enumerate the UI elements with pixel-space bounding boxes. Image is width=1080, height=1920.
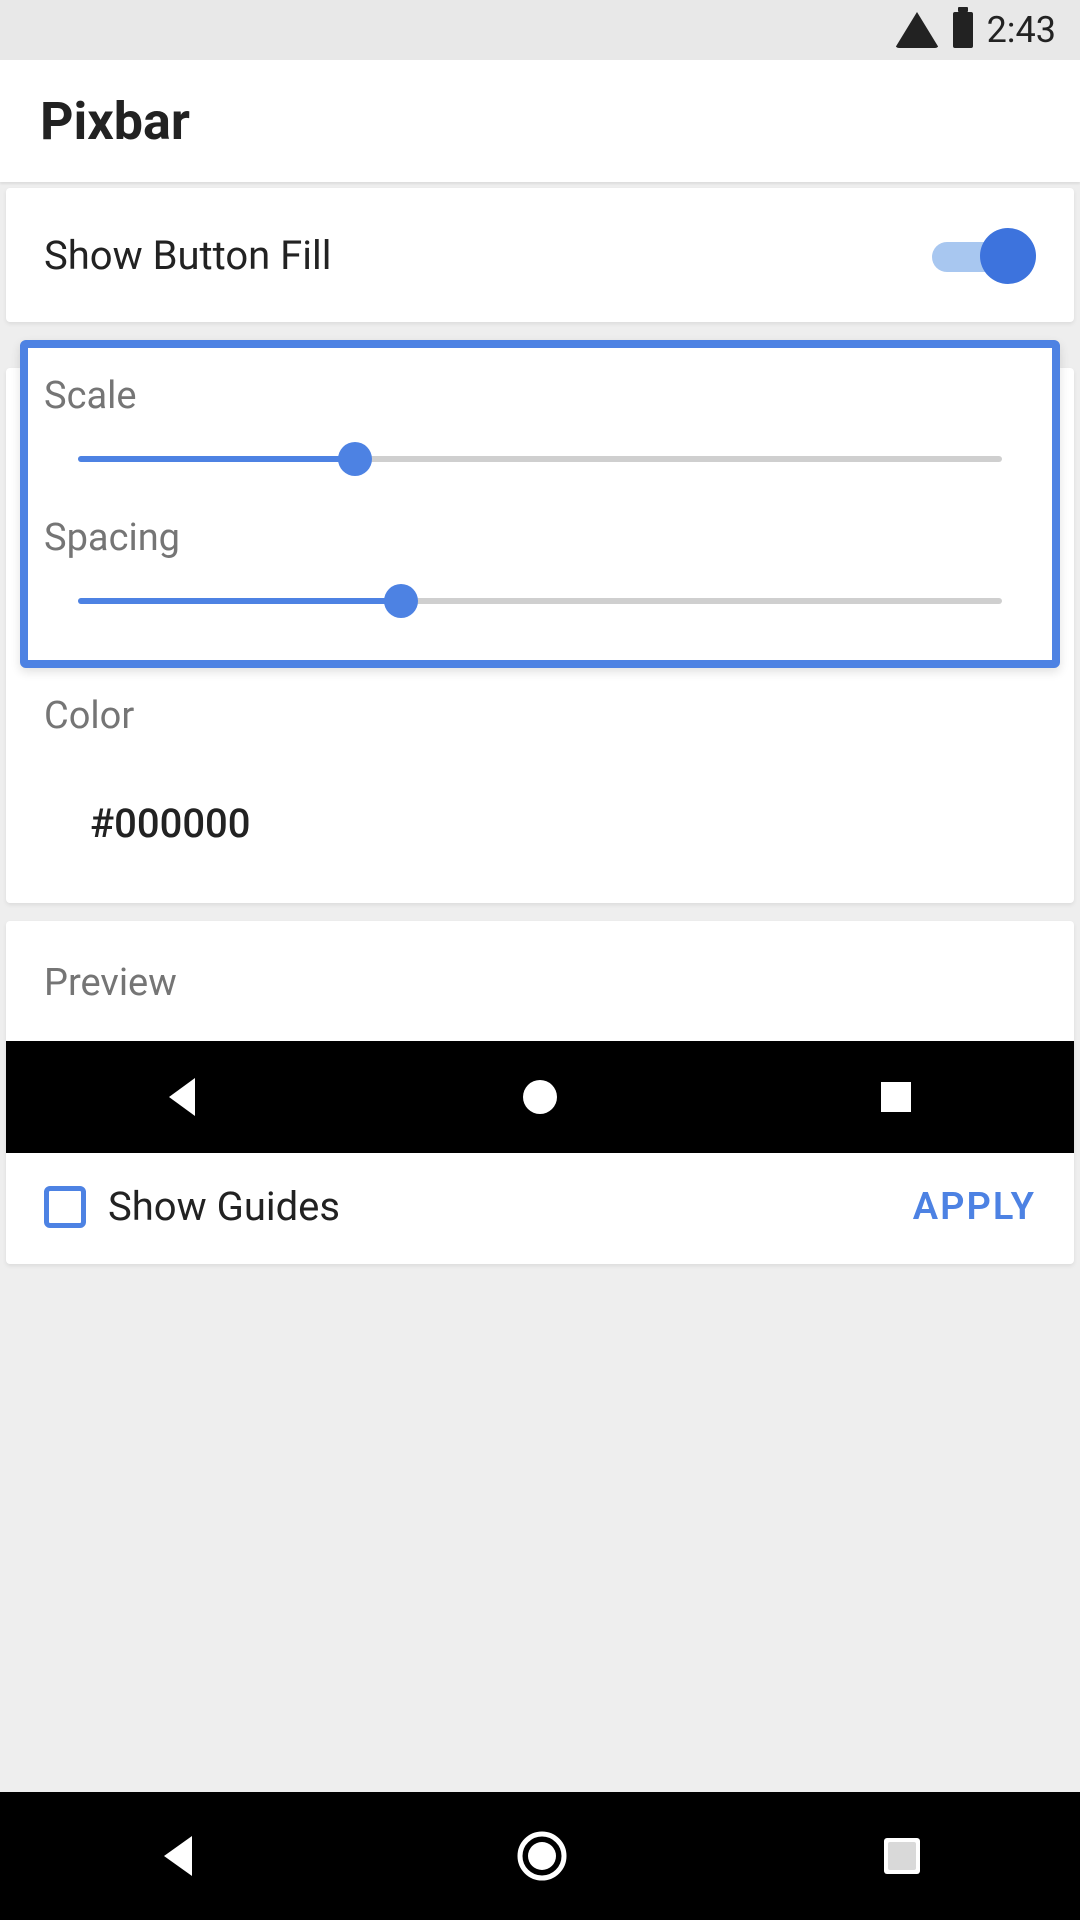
preview-navbar xyxy=(6,1041,1074,1153)
system-home-icon[interactable] xyxy=(514,1828,570,1884)
row-show-button-fill[interactable]: Show Button Fill xyxy=(6,188,1074,322)
show-guides-label: Show Guides xyxy=(108,1183,340,1230)
scale-label: Scale xyxy=(44,374,1036,418)
system-back-icon[interactable] xyxy=(154,1830,206,1882)
wifi-icon xyxy=(895,12,939,48)
status-time: 2:43 xyxy=(987,9,1056,51)
color-label: Color xyxy=(44,694,1036,738)
spacing-label: Spacing xyxy=(44,516,1036,560)
card-show-button-fill: Show Button Fill xyxy=(6,188,1074,322)
preview-label: Preview xyxy=(6,921,1074,1041)
slider-thumb[interactable] xyxy=(338,442,372,476)
apply-button[interactable]: APPLY xyxy=(913,1185,1036,1229)
recents-icon xyxy=(873,1074,919,1120)
show-guides-checkbox[interactable] xyxy=(44,1186,86,1228)
app-title: Pixbar xyxy=(40,91,190,152)
scale-slider[interactable] xyxy=(78,446,1002,472)
home-icon xyxy=(517,1074,563,1120)
color-value[interactable]: #000000 xyxy=(44,766,1036,871)
status-bar: 2:43 xyxy=(0,0,1080,60)
back-icon xyxy=(161,1074,207,1120)
show-guides-toggle[interactable]: Show Guides xyxy=(44,1183,340,1230)
highlight-card-sliders: Scale Spacing xyxy=(20,340,1060,668)
slider-fill xyxy=(78,598,401,604)
system-nav-bar xyxy=(0,1792,1080,1920)
slider-fill xyxy=(78,456,355,462)
app-bar: Pixbar xyxy=(0,60,1080,182)
battery-icon xyxy=(953,12,973,48)
switch-thumb xyxy=(980,228,1036,284)
show-button-fill-label: Show Button Fill xyxy=(44,232,331,279)
spacing-slider[interactable] xyxy=(78,588,1002,614)
show-button-fill-switch[interactable] xyxy=(932,228,1036,282)
system-recents-icon[interactable] xyxy=(878,1832,926,1880)
slider-thumb[interactable] xyxy=(384,584,418,618)
card-preview: Preview Show Guides APPLY xyxy=(6,921,1074,1264)
